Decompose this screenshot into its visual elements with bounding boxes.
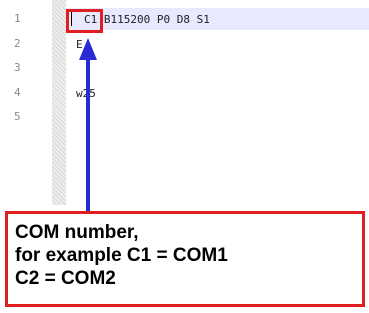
callout-box: COM number, for example C1 = COM1 C2 = C… <box>5 211 365 307</box>
callout-line: C2 = COM2 <box>15 268 116 289</box>
callout-line: COM number, <box>15 222 139 243</box>
callout-line: for example C1 = COM1 <box>15 245 228 266</box>
